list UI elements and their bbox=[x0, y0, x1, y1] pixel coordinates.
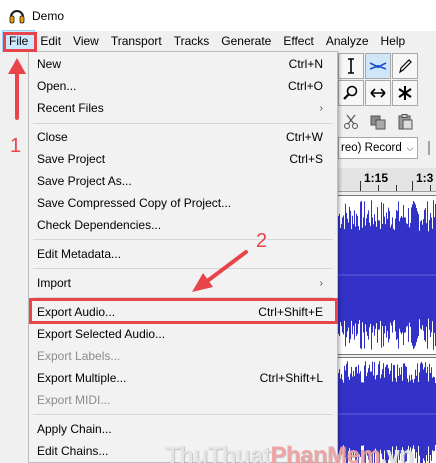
waveform-graphic bbox=[338, 200, 436, 350]
timeline-tick bbox=[396, 185, 397, 191]
edit-toolbar-row bbox=[338, 109, 419, 135]
audacity-headphones-icon bbox=[9, 9, 25, 23]
menu-separator bbox=[33, 268, 333, 269]
clipboard-icon bbox=[398, 114, 413, 130]
paste-button[interactable] bbox=[392, 109, 418, 135]
menu-bar: File Edit View Transport Tracks Generate… bbox=[0, 30, 436, 52]
selection-tool-button[interactable] bbox=[338, 53, 364, 79]
scissors-icon bbox=[344, 114, 358, 129]
menu-edit[interactable]: Edit bbox=[34, 31, 67, 51]
cut-button[interactable] bbox=[338, 109, 364, 135]
magnifier-icon bbox=[343, 85, 358, 100]
step-number-label: 2 bbox=[256, 230, 268, 252]
menu-item-label: Open... bbox=[37, 79, 77, 93]
menu-item-open[interactable]: Open... Ctrl+O bbox=[29, 75, 337, 97]
chevron-right-icon: › bbox=[319, 102, 323, 114]
menu-item-label: New bbox=[37, 57, 62, 71]
arrow-up-icon bbox=[8, 58, 26, 120]
menu-item-new[interactable]: New Ctrl+N bbox=[29, 53, 337, 75]
menu-item-label: Import bbox=[37, 276, 72, 290]
menu-analyze[interactable]: Analyze bbox=[320, 31, 375, 51]
menu-item-label: Save Compressed Copy of Project... bbox=[37, 196, 232, 210]
menu-item-save-compressed-copy[interactable]: Save Compressed Copy of Project... bbox=[29, 192, 337, 214]
chevron-down-icon: ⌵ bbox=[406, 142, 414, 153]
zoom-tool-button[interactable] bbox=[338, 80, 364, 106]
copy-button[interactable] bbox=[365, 109, 391, 135]
menu-item-apply-chain[interactable]: Apply Chain... bbox=[29, 418, 337, 440]
file-menu-dropdown: New Ctrl+N Open... Ctrl+O Recent Files ›… bbox=[28, 51, 338, 463]
recording-channels-dropdown[interactable]: reo) Record ⌵ bbox=[338, 137, 418, 159]
waveform-track-left[interactable] bbox=[338, 195, 436, 355]
menu-item-label: Check Dependencies... bbox=[37, 218, 162, 232]
file-menu-highlight-box bbox=[3, 32, 37, 52]
menu-separator bbox=[33, 414, 333, 415]
menu-item-export-selected-audio[interactable]: Export Selected Audio... bbox=[29, 323, 337, 345]
export-audio-highlight-box bbox=[29, 298, 338, 324]
watermark-logo: ThuThuatPhanMem.vn bbox=[165, 442, 414, 463]
menu-item-save-project[interactable]: Save Project Ctrl+S bbox=[29, 148, 337, 170]
menu-item-edit-metadata[interactable]: Edit Metadata... bbox=[29, 243, 337, 265]
more-toolbar-button[interactable] bbox=[422, 137, 436, 159]
timeline-ruler[interactable]: 1:15 1:3 bbox=[338, 168, 436, 192]
menu-item-export-labels: Export Labels... bbox=[29, 345, 337, 367]
multi-tool-button[interactable] bbox=[392, 80, 418, 106]
pencil-icon bbox=[399, 59, 412, 74]
tools-toolbar-row-1 bbox=[338, 53, 419, 79]
time-shift-tool-button[interactable] bbox=[365, 80, 391, 106]
step-number-label: 1 bbox=[10, 135, 22, 157]
menu-separator bbox=[33, 239, 333, 240]
menu-item-label: Recent Files bbox=[37, 101, 104, 115]
draw-tool-button[interactable] bbox=[392, 53, 418, 79]
menu-item-label: Close bbox=[37, 130, 68, 144]
i-beam-icon bbox=[348, 58, 354, 74]
menu-item-label: Edit Metadata... bbox=[37, 247, 122, 261]
menu-item-recent-files[interactable]: Recent Files › bbox=[29, 97, 337, 119]
menu-help[interactable]: Help bbox=[375, 31, 412, 51]
timeline-label: 1:15 bbox=[364, 171, 389, 185]
timeline-tick bbox=[378, 185, 379, 191]
menu-item-export-midi: Export MIDI... bbox=[29, 389, 337, 411]
envelope-tool-button[interactable] bbox=[365, 53, 391, 79]
grip-icon bbox=[428, 141, 430, 155]
window-title: Demo bbox=[32, 8, 65, 23]
menu-item-label: Apply Chain... bbox=[37, 422, 112, 436]
menu-item-shortcut: Ctrl+Shift+L bbox=[259, 371, 323, 385]
timeline-tick bbox=[360, 181, 361, 191]
menu-item-shortcut: Ctrl+O bbox=[287, 79, 323, 93]
menu-item-label: Export Selected Audio... bbox=[37, 327, 166, 341]
menu-item-label: Export Multiple... bbox=[37, 371, 127, 385]
menu-item-save-project-as[interactable]: Save Project As... bbox=[29, 170, 337, 192]
menu-item-shortcut: Ctrl+S bbox=[289, 152, 323, 166]
timeline-tick bbox=[430, 185, 431, 191]
menu-transport[interactable]: Transport bbox=[105, 31, 168, 51]
menu-item-label: Export MIDI... bbox=[37, 393, 111, 407]
tools-toolbar-row-2 bbox=[338, 80, 419, 106]
double-arrow-icon bbox=[370, 88, 386, 98]
title-bar: Demo bbox=[0, 0, 436, 31]
menu-item-export-multiple[interactable]: Export Multiple... Ctrl+Shift+L bbox=[29, 367, 337, 389]
menu-item-label: Save Project As... bbox=[37, 174, 132, 188]
recording-channels-value: reo) Record bbox=[341, 142, 402, 154]
menu-separator bbox=[33, 123, 333, 124]
menu-item-label: Edit Chains... bbox=[37, 444, 109, 458]
menu-item-shortcut: Ctrl+N bbox=[288, 57, 323, 71]
menu-generate[interactable]: Generate bbox=[215, 31, 277, 51]
asterisk-icon bbox=[398, 86, 412, 100]
menu-item-label: Save Project bbox=[37, 152, 106, 166]
menu-item-import[interactable]: Import › bbox=[29, 272, 337, 294]
main-workspace: reo) Record ⌵ 1:15 1:3 bbox=[338, 51, 436, 463]
menu-item-check-dependencies[interactable]: Check Dependencies... bbox=[29, 214, 337, 236]
menu-item-label: Export Labels... bbox=[37, 349, 121, 363]
copy-icon bbox=[370, 115, 386, 130]
menu-item-close[interactable]: Close Ctrl+W bbox=[29, 126, 337, 148]
timeline-tick bbox=[412, 181, 413, 191]
menu-view[interactable]: View bbox=[67, 31, 105, 51]
envelope-icon bbox=[369, 62, 387, 70]
menu-item-shortcut: Ctrl+W bbox=[286, 130, 323, 144]
menu-tracks[interactable]: Tracks bbox=[168, 31, 216, 51]
menu-effect[interactable]: Effect bbox=[277, 31, 319, 51]
timeline-label: 1:3 bbox=[416, 171, 434, 185]
chevron-right-icon: › bbox=[319, 277, 323, 289]
